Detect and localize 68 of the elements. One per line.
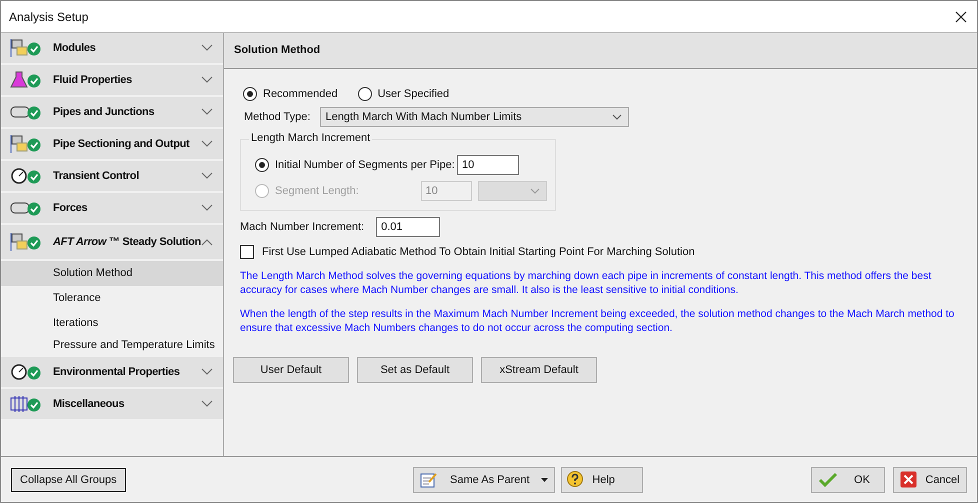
cancel-button[interactable]: Cancel [893, 466, 967, 492]
chevron-icon [201, 140, 213, 148]
group-icon [9, 394, 43, 414]
group-header[interactable]: Modules [1, 33, 223, 63]
chevron-icon [201, 108, 213, 116]
method-type-dropdown[interactable]: Length March With Mach Number Limits [320, 107, 630, 127]
group-icon [9, 38, 43, 58]
window-title: Analysis Setup [9, 10, 88, 24]
collapse-button[interactable]: Collapse All Groups [11, 468, 126, 492]
group-icon [9, 70, 43, 90]
sidebar-item[interactable]: Pressure and Temperature Limits [1, 336, 223, 357]
group-label: Fluid Properties [53, 74, 133, 86]
close-icon[interactable] [955, 10, 967, 22]
group-icon [9, 362, 43, 382]
radio-button[interactable]: Initial Number of Segments per Pipe: [255, 158, 457, 172]
parent-dropdown[interactable]: Same As Parent [413, 466, 556, 492]
group-header[interactable]: Forces [1, 193, 223, 223]
group-label: Pipes and Junctions [53, 106, 156, 118]
chevron-icon [201, 238, 213, 246]
chevron-icon [201, 204, 213, 212]
chevron-icon [612, 114, 622, 120]
group-title: Length March Increment [249, 132, 372, 144]
group-header[interactable]: AFT Arrow ™ Steady Solution [1, 225, 223, 259]
group-header[interactable]: Environmental Properties [1, 357, 223, 387]
chevron-icon [201, 44, 213, 52]
group-label: Transient Control [53, 170, 140, 182]
sidebar-item[interactable]: Tolerance [1, 286, 223, 311]
group-header[interactable]: Transient Control [1, 161, 223, 191]
description-text: When the length of the step results in the Maximum Mach Number Increment being exceeded, the solution method changes to the Mach March method to ensure that excessive Mach Numbers changes to do not occur across the computing section. [240, 307, 956, 335]
group-label: Modules [53, 42, 97, 54]
description-text: The Length March Method solves the governing equations by marching down each pipe in increments of constant length. This method offers the best accuracy for cases where Mach Number changes are small. It also is the least sensitive to initial conditions. [240, 269, 932, 297]
checkbox[interactable]: First Use Lumped Adiabatic Method To Obtain Initial Starting Point For Marching Solution [240, 245, 961, 259]
chevron-icon [201, 368, 213, 376]
input-field[interactable]: 10 [457, 155, 519, 175]
panel-header: Solution Method [224, 33, 977, 69]
question-icon [566, 470, 584, 488]
chevron-icon [201, 400, 213, 408]
chevron-icon [530, 188, 540, 194]
help-button[interactable]: Help [561, 466, 644, 492]
ok-button[interactable]: OK [811, 466, 885, 492]
chevron-icon [201, 172, 213, 180]
radio-button[interactable]: User Specified [358, 87, 450, 101]
default-button[interactable]: User Default [233, 357, 349, 383]
group-label: Miscellaneous [53, 398, 126, 410]
group-header[interactable]: Pipes and Junctions [1, 97, 223, 127]
group-icon [9, 232, 43, 252]
radio-button[interactable]: Recommended [243, 87, 338, 101]
input-field[interactable]: 0.01 [376, 217, 440, 237]
group-label: AFT Arrow ™ Steady Solution [53, 236, 201, 248]
group-label: Forces [53, 202, 88, 214]
check-icon [818, 472, 838, 488]
sidebar-item[interactable]: Iterations [1, 311, 223, 336]
group-icon [9, 166, 43, 186]
group-header[interactable]: Miscellaneous [1, 389, 223, 419]
group-header[interactable]: Pipe Sectioning and Output [1, 129, 223, 159]
group-icon [9, 134, 43, 154]
group-label: Environmental Properties [53, 366, 181, 378]
field-label: Method Type: [244, 111, 310, 123]
default-button[interactable]: xStream Default [481, 357, 597, 383]
group-label: Pipe Sectioning and Output [53, 138, 190, 150]
close-icon [900, 471, 917, 488]
group-header[interactable]: Fluid Properties [1, 65, 223, 95]
sidebar-item[interactable]: Solution Method [1, 261, 223, 286]
chevron-icon [201, 76, 213, 84]
field-label: Mach Number Increment: [240, 221, 364, 233]
default-button[interactable]: Set as Default [357, 357, 473, 383]
caret-icon [541, 478, 548, 482]
notepad-icon [420, 472, 438, 488]
